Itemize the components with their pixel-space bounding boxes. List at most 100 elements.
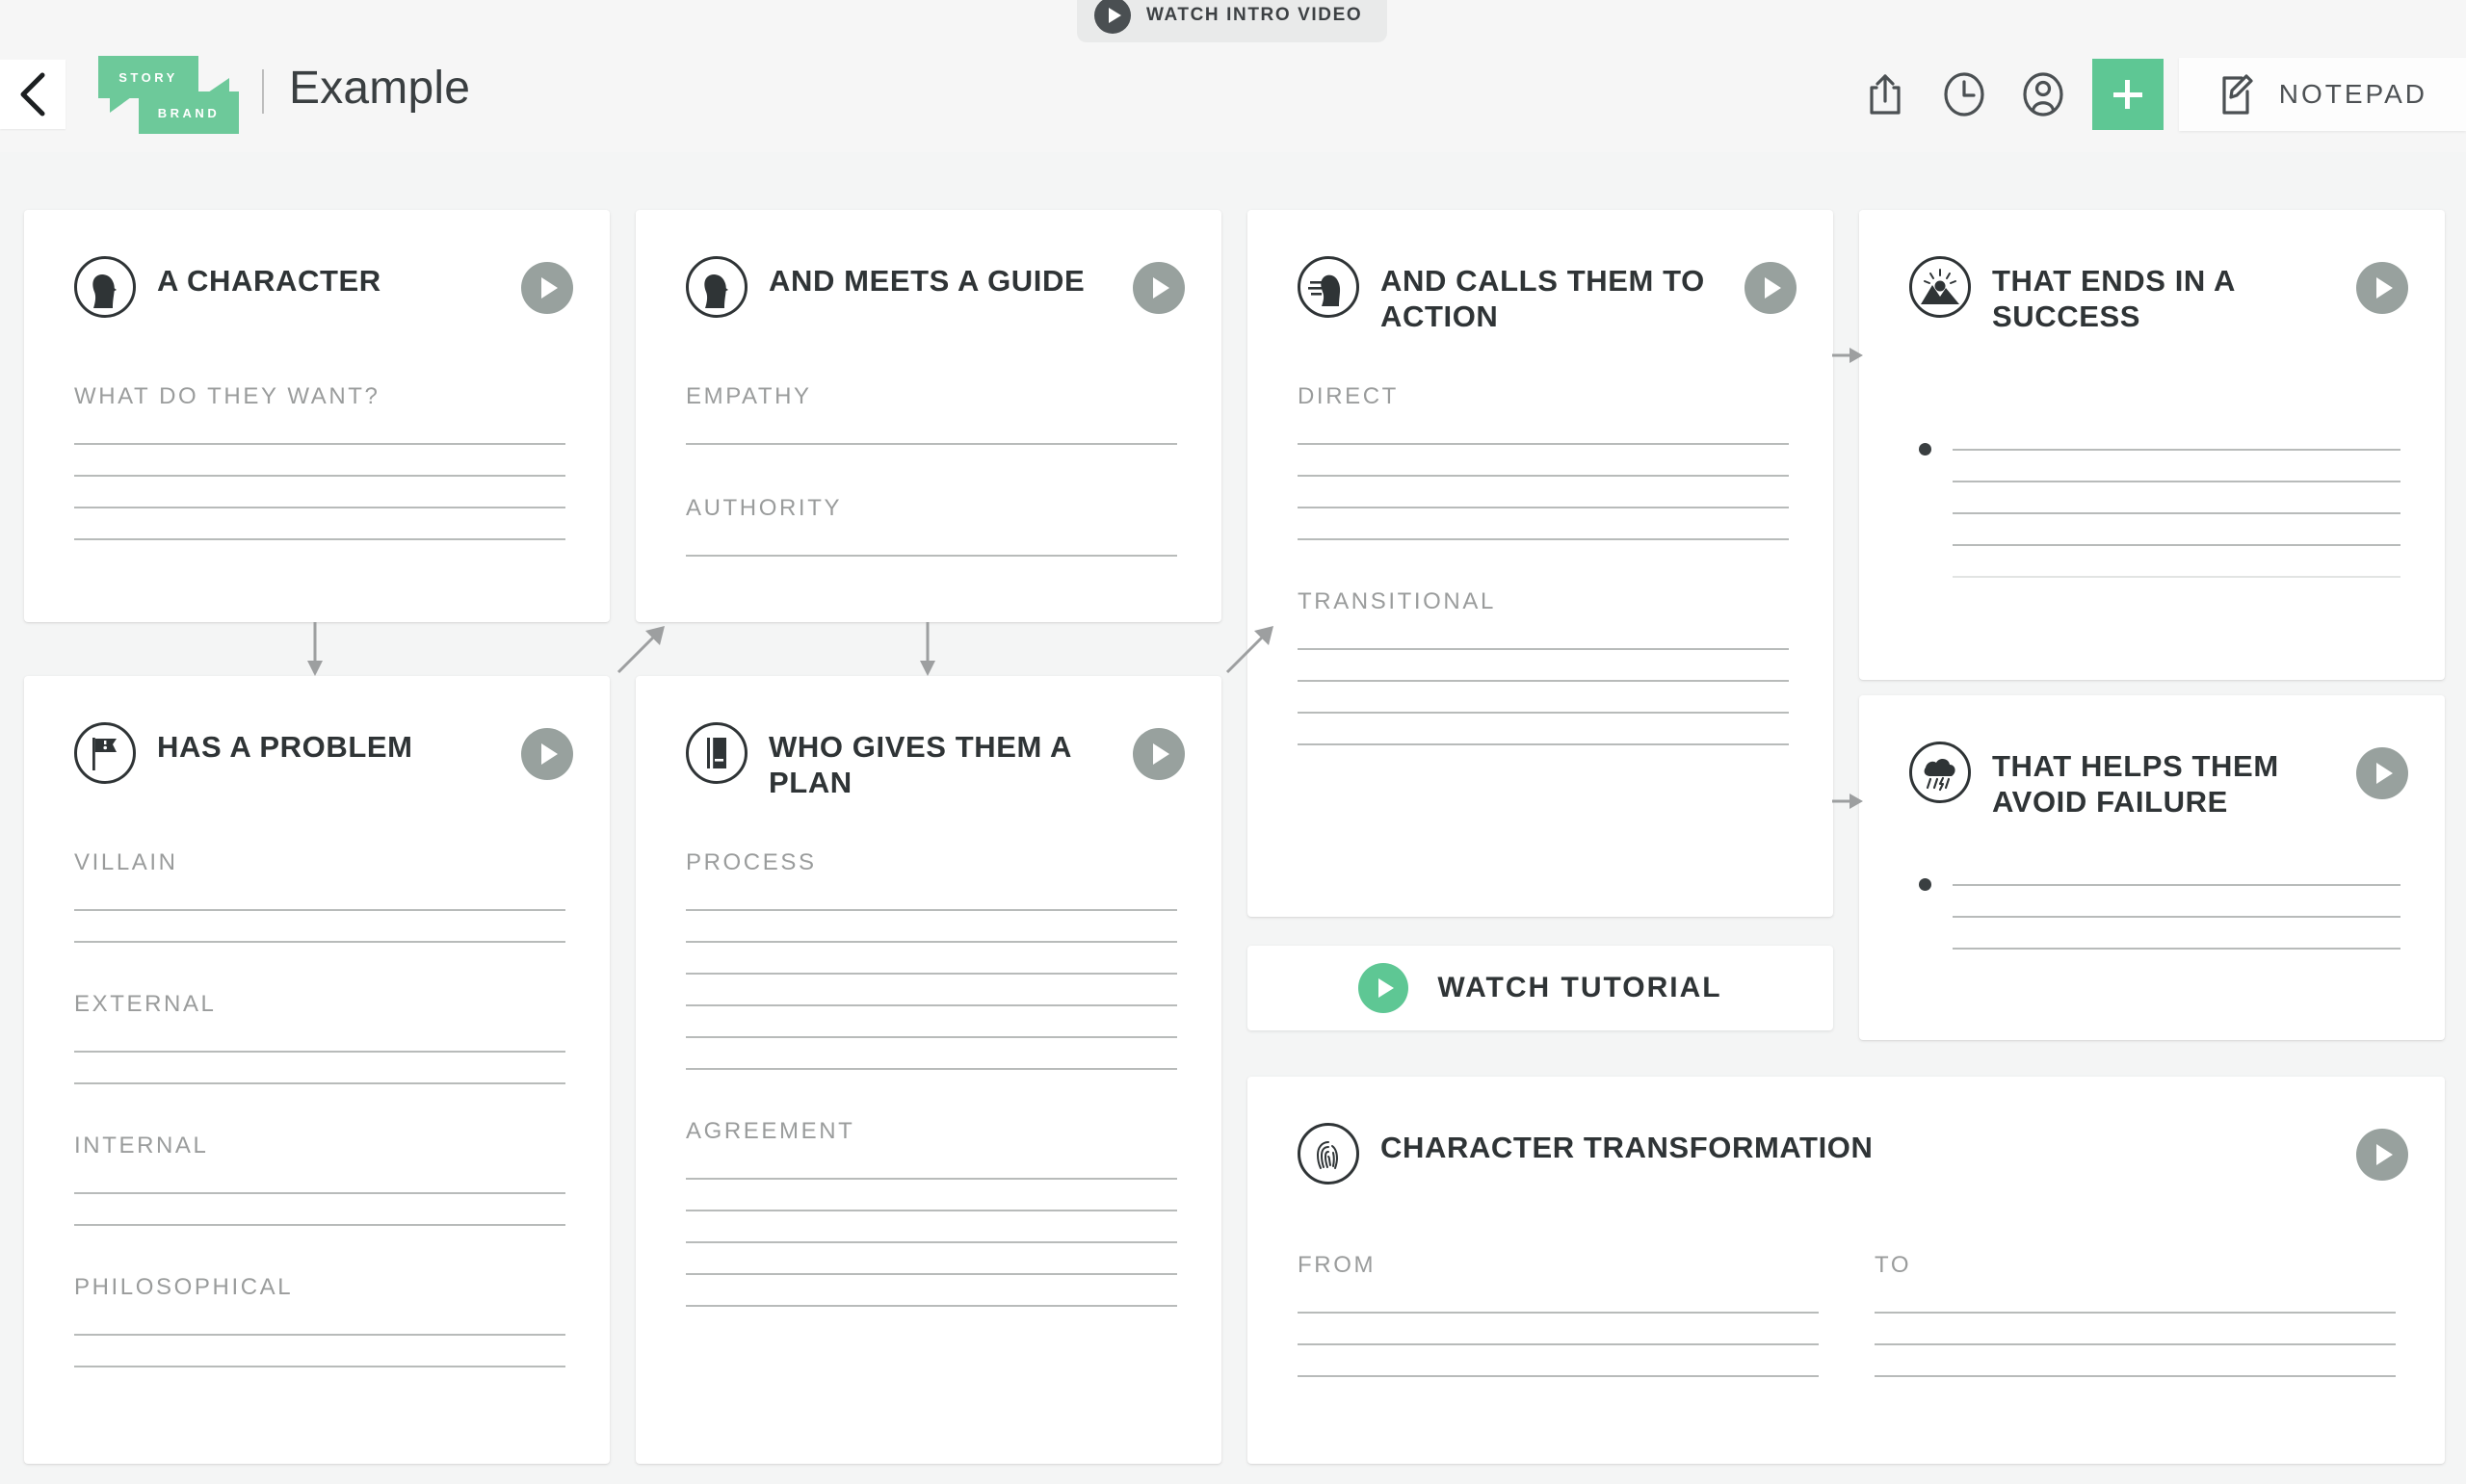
input-line[interactable]	[1875, 1375, 2396, 1377]
play-icon[interactable]	[521, 728, 573, 780]
input-line[interactable]	[74, 443, 565, 445]
card-title: WHO GIVES THEM A PLAN	[769, 730, 1071, 799]
input-line[interactable]	[686, 1210, 1177, 1211]
watch-tutorial-button[interactable]: WATCH TUTORIAL	[1247, 946, 1833, 1030]
input-line[interactable]	[1298, 443, 1789, 445]
input-line[interactable]	[74, 538, 565, 540]
input-line[interactable]	[686, 973, 1177, 975]
storm-cloud-icon	[1909, 742, 1971, 803]
input-line[interactable]	[74, 909, 565, 911]
card-problem[interactable]: HAS A PROBLEM VILLAIN EXTERNAL INTERNAL …	[24, 676, 610, 1464]
field-label-empathy: EMPATHY	[686, 383, 812, 409]
input-line[interactable]	[1298, 507, 1789, 508]
profile-head-icon	[74, 256, 136, 318]
input-line[interactable]	[686, 1036, 1177, 1038]
card-plan[interactable]: WHO GIVES THEM A PLAN PROCESS AGREEMENT	[636, 676, 1221, 1464]
play-icon	[1358, 963, 1409, 1013]
input-line[interactable]	[1298, 743, 1789, 745]
card-title: AND MEETS A GUIDE	[769, 264, 1086, 298]
input-line[interactable]	[1298, 538, 1789, 540]
transformation-from-column: FROM	[1298, 1252, 1819, 1377]
input-line[interactable]	[686, 1305, 1177, 1307]
input-line[interactable]	[74, 1224, 565, 1226]
transformation-to-column: TO	[1875, 1252, 2396, 1377]
speaking-head-icon	[1298, 256, 1359, 318]
input-line[interactable]	[686, 909, 1177, 911]
fingerprint-icon	[1298, 1123, 1359, 1185]
card-failure[interactable]: THAT HELPS THEM AVOID FAILURE	[1859, 695, 2445, 1040]
field-label-from: FROM	[1298, 1252, 1377, 1278]
card-character[interactable]: A CHARACTER WHAT DO THEY WANT?	[24, 210, 610, 622]
input-line[interactable]	[1298, 475, 1789, 477]
field-label-to: TO	[1875, 1252, 1912, 1278]
field-label-agreement: AGREEMENT	[686, 1118, 855, 1144]
play-icon[interactable]	[1745, 262, 1797, 314]
input-line[interactable]	[686, 555, 1177, 557]
bullet-icon	[1919, 878, 1931, 891]
field-label-direct: DIRECT	[1298, 383, 1399, 409]
input-line[interactable]	[74, 1366, 565, 1367]
input-line[interactable]	[686, 941, 1177, 943]
input-line[interactable]	[74, 1334, 565, 1336]
input-line[interactable]	[74, 1082, 565, 1084]
field-label-villain: VILLAIN	[74, 849, 178, 875]
card-transformation[interactable]: CHARACTER TRANSFORMATION FROM TO	[1247, 1077, 2445, 1464]
field-label-process: PROCESS	[686, 849, 817, 875]
input-line[interactable]	[1953, 884, 2400, 886]
arrow-cta-to-success	[1832, 344, 1865, 367]
input-line[interactable]	[74, 1051, 565, 1053]
input-line[interactable]	[686, 1241, 1177, 1243]
input-line[interactable]	[1953, 544, 2400, 546]
input-line[interactable]	[1298, 648, 1789, 650]
bullet-icon	[1919, 443, 1931, 456]
card-call-to-action[interactable]: AND CALLS THEM TO ACTION DIRECT TRANSITI…	[1247, 210, 1833, 917]
arrow-problem-to-guide	[613, 622, 669, 678]
mountain-sunrise-icon	[1909, 256, 1971, 318]
card-success[interactable]: THAT ENDS IN A SUCCESS	[1859, 210, 2445, 680]
field-label-internal: INTERNAL	[74, 1133, 209, 1159]
input-line[interactable]	[1298, 1375, 1819, 1377]
input-line[interactable]	[1298, 680, 1789, 682]
field-label-external: EXTERNAL	[74, 991, 217, 1017]
input-line[interactable]	[74, 941, 565, 943]
input-line[interactable]	[1953, 449, 2400, 451]
input-line[interactable]	[1298, 1343, 1819, 1345]
card-guide[interactable]: AND MEETS A GUIDE EMPATHY AUTHORITY	[636, 210, 1221, 622]
play-icon[interactable]	[2356, 1129, 2408, 1181]
input-line[interactable]	[1953, 481, 2400, 482]
play-icon[interactable]	[2356, 262, 2408, 314]
input-line[interactable]	[1298, 712, 1789, 714]
arrow-guide-to-plan	[917, 622, 938, 678]
watch-tutorial-label: WATCH TUTORIAL	[1437, 972, 1722, 1003]
input-line[interactable]	[74, 1192, 565, 1194]
input-line[interactable]	[1953, 576, 2400, 578]
book-icon	[686, 722, 748, 784]
input-line[interactable]	[686, 1273, 1177, 1275]
profile-head-icon	[686, 256, 748, 318]
input-line[interactable]	[1875, 1343, 2396, 1345]
input-line[interactable]	[686, 1178, 1177, 1180]
input-line[interactable]	[1953, 948, 2400, 950]
play-icon[interactable]	[1133, 728, 1185, 780]
input-line[interactable]	[686, 1068, 1177, 1070]
field-label-authority: AUTHORITY	[686, 495, 843, 521]
input-line[interactable]	[74, 475, 565, 477]
input-line[interactable]	[1953, 512, 2400, 514]
field-label-what-do-they-want: WHAT DO THEY WANT?	[74, 383, 380, 409]
field-label-transitional: TRANSITIONAL	[1298, 588, 1496, 614]
play-icon[interactable]	[521, 262, 573, 314]
play-icon[interactable]	[1133, 262, 1185, 314]
input-line[interactable]	[1953, 916, 2400, 918]
play-icon[interactable]	[2356, 747, 2408, 799]
card-title: AND CALLS THEM TO ACTION	[1380, 264, 1705, 333]
input-line[interactable]	[1298, 1312, 1819, 1314]
input-line[interactable]	[1875, 1312, 2396, 1314]
input-line[interactable]	[686, 443, 1177, 445]
arrow-plan-to-cta	[1221, 622, 1277, 678]
card-title: HAS A PROBLEM	[157, 730, 413, 764]
input-line[interactable]	[686, 1004, 1177, 1006]
card-title: THAT ENDS IN A SUCCESS	[1992, 264, 2235, 333]
field-label-philosophical: PHILOSOPHICAL	[74, 1274, 294, 1300]
card-title: CHARACTER TRANSFORMATION	[1380, 1131, 1874, 1164]
input-line[interactable]	[74, 507, 565, 508]
